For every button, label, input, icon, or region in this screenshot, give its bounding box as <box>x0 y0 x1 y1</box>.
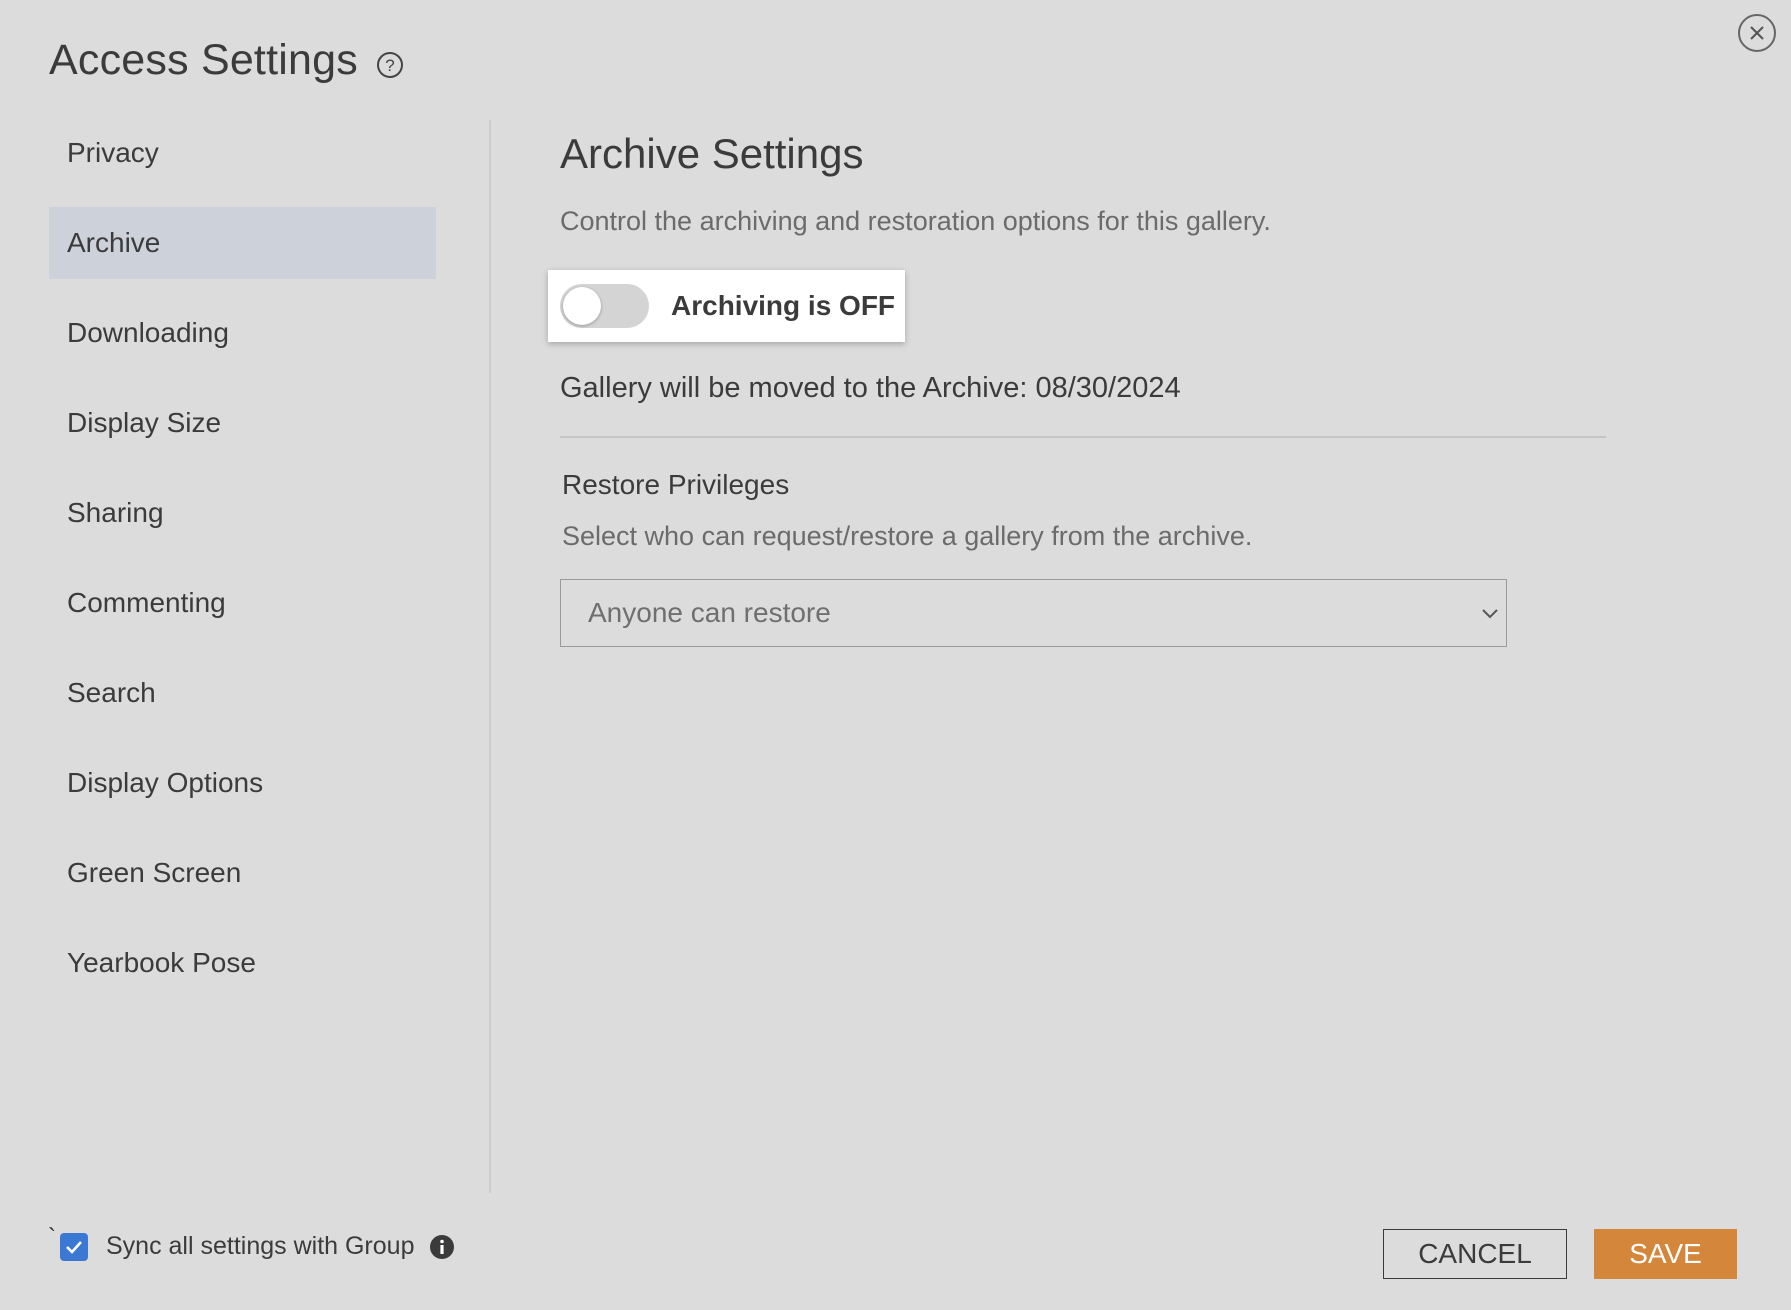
restore-privileges-description: Select who can request/restore a gallery… <box>562 521 1253 551</box>
title-row: Access Settings ? <box>49 36 404 85</box>
restore-privileges-title: Restore Privileges <box>562 469 790 500</box>
sidebar-item-label: Green Screen <box>67 857 242 888</box>
sidebar-item-label: Display Options <box>67 767 264 798</box>
chevron-down-icon <box>1482 609 1498 619</box>
archiving-toggle-label: Archiving is OFF <box>671 290 896 321</box>
checkmark-icon <box>66 1240 82 1254</box>
sidebar-item-downloading[interactable]: Downloading <box>49 297 436 369</box>
sidebar-item-label: Privacy <box>67 137 159 168</box>
sync-settings-checkbox[interactable] <box>60 1232 88 1261</box>
restore-privileges-select[interactable]: Anyone can restore <box>560 579 1507 647</box>
info-circle-icon[interactable] <box>429 1234 455 1260</box>
sidebar-item-label: Downloading <box>67 317 229 348</box>
sync-settings-row: ` Sync all settings with Group <box>48 1224 455 1261</box>
archive-date-text: Gallery will be moved to the Archive: 08… <box>560 372 1181 404</box>
sync-settings-label: Sync all settings with Group <box>106 1232 415 1260</box>
sidebar-item-yearbook-pose[interactable]: Yearbook Pose <box>49 927 436 999</box>
section-divider <box>560 436 1606 438</box>
sidebar-item-search[interactable]: Search <box>49 657 436 729</box>
sidebar-item-green-screen[interactable]: Green Screen <box>49 837 436 909</box>
toggle-knob <box>563 287 601 325</box>
stray-tick-mark: ` <box>48 1223 56 1251</box>
save-button[interactable]: SAVE <box>1594 1229 1737 1279</box>
cancel-button[interactable]: CANCEL <box>1383 1229 1567 1279</box>
archiving-toggle-card: Archiving is OFF <box>548 270 905 342</box>
sidebar-item-sharing[interactable]: Sharing <box>49 477 436 549</box>
sidebar-item-label: Display Size <box>67 407 222 438</box>
sidebar-item-display-size[interactable]: Display Size <box>49 387 436 459</box>
close-icon <box>1750 26 1764 40</box>
sidebar-item-label: Yearbook Pose <box>67 947 256 978</box>
sidebar-item-label: Commenting <box>67 587 226 618</box>
sidebar-item-label: Search <box>67 677 156 708</box>
dialog-title: Access Settings <box>49 36 358 84</box>
sidebar-item-label: Archive <box>67 227 161 258</box>
settings-sidebar: Privacy Archive Downloading Display Size… <box>49 117 436 1017</box>
sidebar-item-commenting[interactable]: Commenting <box>49 567 436 639</box>
sidebar-item-archive[interactable]: Archive <box>49 207 436 279</box>
section-title: Archive Settings <box>560 130 864 177</box>
sidebar-item-label: Sharing <box>67 497 164 528</box>
access-settings-dialog: Access Settings ? Privacy Archive Downlo… <box>0 0 1791 1310</box>
sidebar-item-display-options[interactable]: Display Options <box>49 747 436 819</box>
archiving-toggle-switch[interactable] <box>560 284 649 328</box>
sidebar-divider <box>489 120 491 1193</box>
question-circle-icon[interactable]: ? <box>376 51 404 79</box>
section-description: Control the archiving and restoration op… <box>560 206 1271 236</box>
close-button[interactable] <box>1738 14 1776 52</box>
sidebar-item-privacy[interactable]: Privacy <box>49 117 436 189</box>
svg-text:?: ? <box>385 56 394 75</box>
select-value: Anyone can restore <box>588 597 831 628</box>
